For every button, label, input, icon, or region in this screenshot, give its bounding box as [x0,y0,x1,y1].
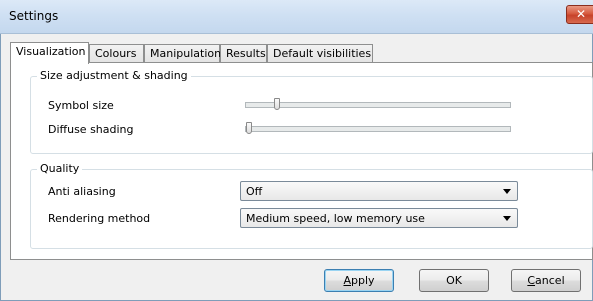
rendering-method-value: Medium speed, low memory use [246,212,425,225]
diffuse-shading-label: Diffuse shading [48,123,134,136]
symbol-size-slider[interactable] [245,98,511,110]
settings-window: Settings ✕ Visualization Colours Manipul… [0,0,593,301]
chevron-down-icon [503,189,511,194]
tab-manipulation[interactable]: Manipulation [144,44,221,63]
chevron-down-icon [503,216,511,221]
rendering-method-select[interactable]: Medium speed, low memory use [240,208,518,228]
close-button[interactable]: ✕ [566,5,593,24]
visualization-panel: Size adjustment & shading Symbol size Di… [10,62,593,260]
window-title: Settings [9,9,59,23]
tab-results[interactable]: Results [220,44,267,63]
cancel-button[interactable]: Cancel [511,269,581,292]
tab-colours[interactable]: Colours [89,44,144,63]
symbol-size-slider-thumb[interactable] [274,98,280,110]
symbol-size-label: Symbol size [48,99,114,112]
diffuse-shading-slider[interactable] [245,122,511,134]
cancel-button-accel: C [527,274,536,287]
anti-aliasing-label: Anti aliasing [48,185,116,198]
quality-group-title: Quality [37,162,83,175]
ok-button[interactable]: OK [419,269,489,292]
apply-button-label: pply [351,274,375,287]
apply-button-accel: A [343,274,351,287]
size-adjustment-group: Size adjustment & shading [30,69,593,154]
anti-aliasing-select[interactable]: Off [240,181,518,201]
title-bar[interactable]: Settings ✕ [0,0,593,34]
tab-visualization[interactable]: Visualization [10,42,89,64]
diffuse-shading-slider-thumb[interactable] [246,122,252,134]
cancel-button-label: ancel [535,274,565,287]
apply-button[interactable]: Apply [324,269,394,292]
tab-default-visibilities[interactable]: Default visibilities [267,44,373,63]
close-icon: ✕ [576,7,587,21]
anti-aliasing-value: Off [246,185,263,198]
size-adjustment-group-title: Size adjustment & shading [37,69,191,82]
rendering-method-label: Rendering method [48,212,151,225]
